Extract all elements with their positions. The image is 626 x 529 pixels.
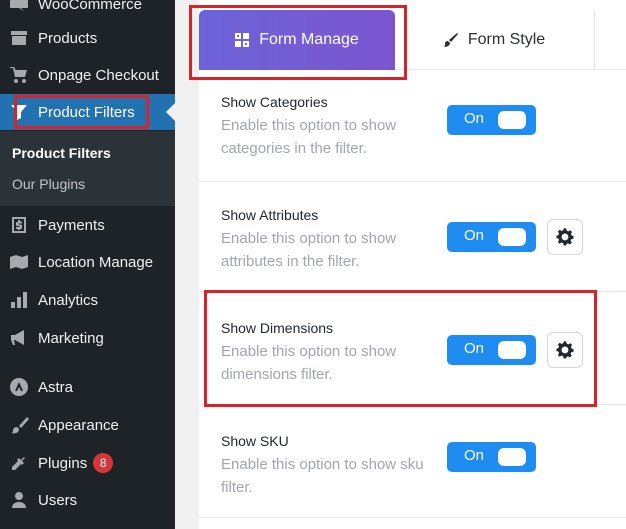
woocommerce-icon — [8, 0, 30, 15]
active-menu-arrow — [166, 103, 175, 121]
setting-description: Enable this option to show attributes in… — [221, 230, 397, 270]
menu-location-manage[interactable]: Location Manage — [0, 244, 175, 280]
cart-icon — [8, 64, 30, 86]
menu-label: Products — [38, 29, 98, 47]
plugins-update-badge: 8 — [93, 453, 114, 473]
menu-payments[interactable]: Payments — [0, 207, 175, 243]
setting-row-categories: Show Categories Enable this option to sh… — [199, 70, 626, 182]
menu-marketing[interactable]: Marketing — [0, 320, 175, 356]
dollar-icon — [8, 214, 30, 236]
brush-icon — [443, 33, 458, 47]
menu-products[interactable]: Products — [0, 20, 175, 56]
archive-icon — [8, 27, 30, 49]
attributes-settings-button[interactable] — [547, 219, 583, 255]
toggle-knob — [498, 228, 526, 246]
menu-label: Users — [38, 491, 78, 509]
megaphone-icon — [8, 327, 30, 349]
admin-sidebar: WooCommerce Products Onpage Checkout Pro… — [0, 0, 175, 529]
setting-title: Show Attributes — [221, 207, 319, 223]
toggle-label: On — [464, 227, 485, 244]
menu-label: Analytics — [38, 291, 99, 309]
menu-onpage-checkout[interactable]: Onpage Checkout — [0, 57, 175, 93]
menu-label: Astra — [38, 378, 74, 396]
setting-row-attributes: Show Attributes Enable this option to sh… — [199, 182, 626, 292]
menu-label: Plugins — [38, 454, 88, 472]
toggle-label: On — [464, 110, 485, 127]
astra-icon — [8, 376, 30, 398]
menu-plugins[interactable]: Plugins 8 — [0, 445, 175, 481]
tab-label: Form Style — [467, 31, 546, 48]
setting-title: Show Categories — [221, 94, 328, 110]
categories-toggle[interactable]: On — [447, 105, 536, 135]
submenu-product-filters — [0, 131, 175, 206]
user-icon — [8, 489, 30, 511]
setting-description: Enable this option to show categories in… — [221, 117, 397, 157]
submenu-item-product-filters[interactable]: Product Filters — [12, 145, 111, 161]
menu-label: Location Manage — [38, 253, 154, 271]
highlight-form-manage-tab — [189, 5, 407, 80]
highlight-product-filters-menu — [14, 95, 149, 129]
toggle-label: On — [464, 447, 485, 464]
menu-label: Onpage Checkout — [38, 66, 159, 84]
menu-label: Payments — [38, 216, 105, 234]
toggle-knob — [498, 111, 526, 129]
paintbrush-icon — [8, 414, 30, 436]
setting-row-sku: Show SKU Enable this option to show sku … — [199, 405, 626, 518]
attributes-toggle[interactable]: On — [447, 222, 536, 252]
setting-title: Show SKU — [221, 433, 289, 449]
toggle-knob — [498, 448, 526, 466]
menu-label: Appearance — [38, 416, 119, 434]
menu-appearance[interactable]: Appearance — [0, 407, 175, 443]
menu-users[interactable]: Users — [0, 482, 175, 518]
map-icon — [8, 251, 30, 273]
highlight-show-dimensions — [204, 290, 597, 407]
menu-label: WooCommerce — [38, 0, 142, 13]
submenu-item-our-plugins[interactable]: Our Plugins — [12, 176, 85, 192]
menu-label: Marketing — [38, 329, 104, 347]
setting-description: Enable this option to show sku filter. — [221, 456, 424, 496]
sku-toggle[interactable]: On — [447, 442, 536, 472]
chart-bar-icon — [8, 289, 30, 311]
menu-woocommerce[interactable]: WooCommerce — [0, 0, 175, 22]
gear-icon — [556, 228, 574, 246]
plugin-icon — [8, 452, 30, 474]
menu-astra[interactable]: Astra — [0, 369, 175, 405]
menu-analytics[interactable]: Analytics — [0, 282, 175, 318]
tab-form-style[interactable]: Form Style — [395, 10, 595, 70]
